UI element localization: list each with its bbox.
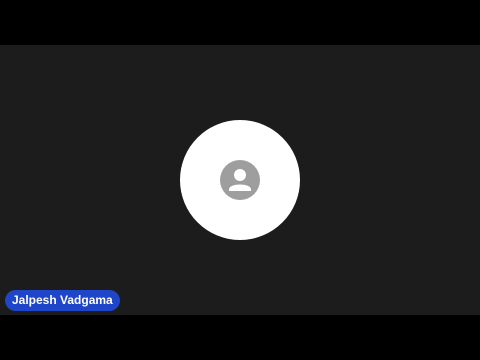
avatar bbox=[180, 120, 300, 240]
participant-video-tile: Jalpesh Vadgama bbox=[0, 45, 480, 315]
participant-name-badge: Jalpesh Vadgama bbox=[5, 290, 120, 311]
person-icon bbox=[220, 160, 260, 200]
